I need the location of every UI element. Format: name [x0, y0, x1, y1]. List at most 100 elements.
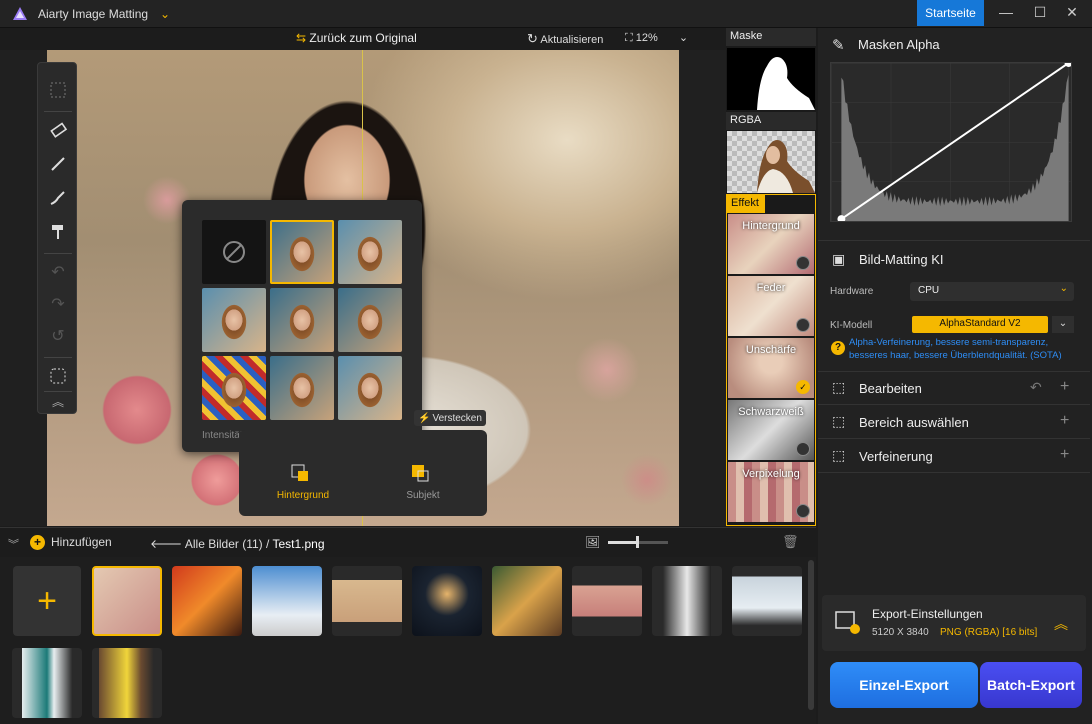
paint-roller-icon[interactable]: [38, 217, 78, 247]
refresh-label: Aktualisieren: [540, 34, 604, 46]
gallery-thumb[interactable]: [12, 648, 82, 718]
gallery-thumb[interactable]: [732, 566, 802, 636]
effect-item[interactable]: Schwarzweiß: [728, 400, 814, 460]
effect-item-label: Schwarzweiß: [738, 406, 804, 418]
add-icon[interactable]: +: [1060, 378, 1069, 396]
gallery-thumb[interactable]: [172, 566, 242, 636]
refine-icon: ⬚: [832, 447, 846, 463]
add-images-button[interactable]: + Hinzufügen: [30, 535, 112, 550]
edit-section[interactable]: Bearbeiten: [859, 381, 922, 396]
effect-item[interactable]: Unschärfe ✓: [728, 338, 814, 398]
add-icon[interactable]: +: [1060, 446, 1069, 464]
divider: [818, 240, 1090, 241]
radio-icon[interactable]: [796, 318, 810, 332]
gallery-thumb[interactable]: [492, 566, 562, 636]
effect-thumb[interactable]: [270, 288, 334, 352]
alpha-title: Masken Alpha: [858, 37, 940, 52]
intensity-label: Intensität: [202, 430, 243, 441]
refine-section[interactable]: Verfeinerung: [859, 449, 933, 464]
home-button[interactable]: Startseite: [917, 0, 984, 26]
ai-matting-icon: ▣: [832, 251, 846, 267]
refresh-button[interactable]: ↻ Aktualisieren: [527, 31, 603, 47]
breadcrumb-separator: /: [266, 537, 270, 551]
background-icon: [291, 464, 309, 485]
effect-thumb[interactable]: [202, 356, 266, 420]
maximize-icon[interactable]: ☐: [1030, 4, 1050, 22]
ki-model-select[interactable]: AlphaStandard V2: [912, 316, 1048, 333]
effect-thumb[interactable]: [338, 288, 402, 352]
effect-thumb[interactable]: [202, 288, 266, 352]
matting-title: Bild-Matting KI: [859, 252, 944, 267]
single-export-button[interactable]: Einzel-Export: [830, 662, 978, 708]
add-image-tile[interactable]: +: [13, 566, 81, 636]
hide-button[interactable]: ⚡ Verstecken: [414, 410, 486, 426]
alpha-curve-histogram[interactable]: [830, 62, 1072, 222]
collapse-down-icon[interactable]: ︾: [8, 536, 19, 552]
gallery-thumb[interactable]: [252, 566, 322, 636]
hardware-select[interactable]: CPU ⌄: [910, 282, 1074, 301]
select-area-section[interactable]: Bereich auswählen: [859, 415, 969, 430]
radio-icon[interactable]: [796, 504, 810, 518]
chevron-down-icon: ⌄: [1059, 283, 1068, 294]
gallery-thumb[interactable]: [332, 566, 402, 636]
close-icon[interactable]: ✕: [1062, 4, 1082, 22]
collapse-up-icon[interactable]: ︽: [38, 389, 78, 413]
add-label: Hinzufügen: [51, 535, 112, 549]
export-title: Export-Einstellungen: [872, 607, 983, 621]
redo-icon[interactable]: ↷: [38, 289, 78, 319]
effect-thumb[interactable]: [270, 356, 334, 420]
eraser-icon[interactable]: [38, 115, 78, 145]
export-format: PNG (RGBA) [16 bits]: [940, 627, 1038, 638]
gallery-thumb[interactable]: [92, 566, 162, 636]
checkmark-icon[interactable]: ✓: [796, 380, 810, 394]
effect-item[interactable]: Feder: [728, 276, 814, 336]
effect-item[interactable]: Hintergrund: [728, 214, 814, 274]
minimize-icon[interactable]: —: [996, 4, 1016, 22]
batch-export-button[interactable]: Batch-Export: [980, 662, 1082, 708]
refresh-icon: ↻: [527, 31, 538, 46]
rgba-preview[interactable]: [727, 131, 815, 193]
paint-brush-icon[interactable]: [38, 183, 78, 213]
subject-option[interactable]: Subjekt: [383, 490, 463, 501]
hardware-label: Hardware: [830, 286, 874, 297]
effect-item[interactable]: Verpixelung: [728, 462, 814, 522]
gallery-thumb[interactable]: [652, 566, 722, 636]
back-to-original-button[interactable]: ⇆ Zurück zum Original: [296, 31, 417, 45]
radio-icon[interactable]: [796, 442, 810, 456]
mask-preview[interactable]: [727, 48, 815, 110]
all-images-link[interactable]: Alle Bilder (11): [185, 537, 263, 551]
background-option[interactable]: Hintergrund: [263, 490, 343, 501]
no-effect-thumb[interactable]: [202, 220, 266, 284]
effect-thumb[interactable]: [270, 220, 334, 284]
back-arrow-icon[interactable]: 🡐: [150, 537, 182, 551]
ki-model-info: Alpha-Verfeinerung, bessere semi-transpa…: [849, 337, 1062, 361]
gallery-thumb[interactable]: [92, 648, 162, 718]
radio-icon[interactable]: [796, 256, 810, 270]
lasso-select-icon[interactable]: [38, 361, 78, 391]
chevron-down-icon[interactable]: ⌄: [160, 7, 170, 21]
gallery-thumb[interactable]: [412, 566, 482, 636]
brush-icon[interactable]: [38, 149, 78, 179]
eyedropper-icon[interactable]: ✎: [832, 36, 845, 54]
thumb-size-handle[interactable]: [636, 536, 639, 548]
gallery-thumb[interactable]: [572, 566, 642, 636]
effect-item-label: Feder: [756, 282, 786, 294]
select-area-icon: ⬚: [832, 413, 846, 429]
add-icon[interactable]: +: [1060, 412, 1069, 430]
select-frame-icon[interactable]: [38, 75, 78, 105]
effect-thumb[interactable]: [338, 356, 402, 420]
app-title: Aiarty Image Matting: [38, 7, 149, 21]
trash-icon[interactable]: 🗑: [782, 534, 799, 550]
effect-thumb[interactable]: [338, 220, 402, 284]
gallery-scrollbar[interactable]: [808, 560, 814, 710]
zoom-control[interactable]: ⛶ 12% ⌄: [625, 31, 688, 45]
divider: [44, 111, 72, 112]
effect-item-label: Unschärfe: [745, 344, 797, 356]
undo-icon[interactable]: ↶: [38, 257, 78, 287]
bg-subject-panel: Hintergrund Subjekt: [239, 430, 487, 516]
undo-icon[interactable]: ↶: [1030, 379, 1042, 396]
reset-icon[interactable]: ↺: [38, 321, 78, 351]
expand-up-icon[interactable]: ︽: [1054, 614, 1068, 634]
divider: [818, 404, 1090, 405]
chevron-down-icon[interactable]: ⌄: [1052, 316, 1074, 333]
